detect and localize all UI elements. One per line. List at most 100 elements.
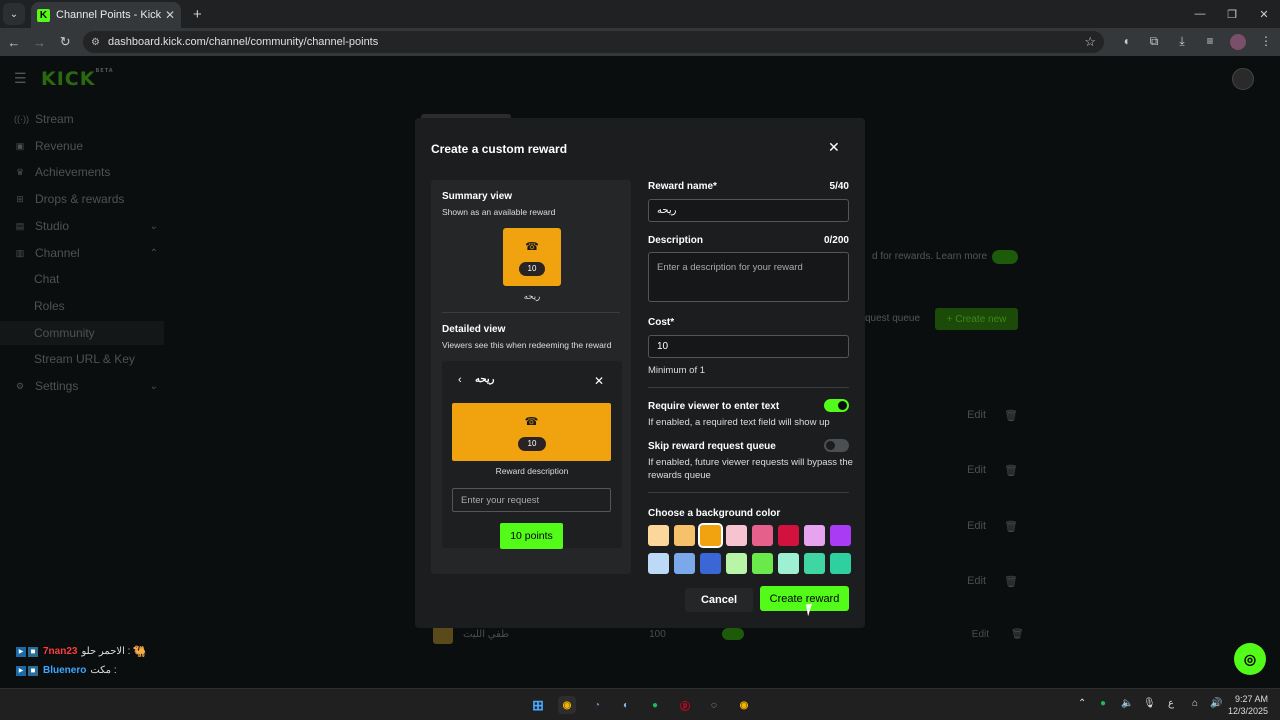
sidebar-item-community[interactable]: Community xyxy=(0,321,164,345)
reward-name-counter: 5/40 xyxy=(829,181,849,192)
restore-icon[interactable]: ❐ xyxy=(1216,0,1248,28)
chat-username[interactable]: Bluenero xyxy=(43,665,86,676)
trash-icon[interactable]: 🗑 xyxy=(1004,520,1018,533)
tray-app-icon[interactable]: ● xyxy=(1100,698,1106,709)
edit-button[interactable]: Edit xyxy=(967,520,986,533)
hamburger-icon[interactable]: ☰ xyxy=(14,70,27,87)
sidebar-item-chat[interactable]: Chat xyxy=(34,267,184,291)
chrome-alt-icon[interactable]: ◉ xyxy=(735,696,753,714)
color-swatch[interactable] xyxy=(700,553,721,574)
spotify-icon[interactable]: ● xyxy=(646,696,664,714)
close-tab-icon[interactable]: ✕ xyxy=(165,8,175,22)
color-swatch[interactable] xyxy=(648,553,669,574)
discord-icon[interactable]: ◔ xyxy=(588,696,606,714)
close-window-icon[interactable]: ✕ xyxy=(1248,0,1280,28)
chrome-icon[interactable]: ◉ xyxy=(558,696,576,714)
sidebar-item-achievements[interactable]: ♛ Achievements xyxy=(14,160,164,184)
site-info-icon[interactable]: ⚙ xyxy=(91,37,100,48)
color-swatch[interactable] xyxy=(648,525,669,546)
create-reward-button[interactable]: Create reward xyxy=(760,586,849,611)
color-swatch[interactable] xyxy=(830,553,851,574)
volume-icon[interactable]: 🔊 xyxy=(1210,698,1222,709)
color-swatch[interactable] xyxy=(674,525,695,546)
color-swatch[interactable] xyxy=(804,553,825,574)
url-field[interactable]: ⚙ dashboard.kick.com/channel/community/c… xyxy=(83,31,1104,53)
trash-icon[interactable]: 🗑 xyxy=(1011,629,1024,640)
reward-row-actions: Edit 🗑 xyxy=(866,464,1018,477)
windows-start-icon[interactable]: ⊞ xyxy=(529,696,547,714)
require-text-toggle[interactable] xyxy=(824,399,849,412)
forward-icon[interactable]: → xyxy=(28,35,52,50)
profile-avatar[interactable] xyxy=(1230,34,1246,50)
network-icon[interactable]: ⌂ xyxy=(1192,698,1198,709)
color-swatch[interactable] xyxy=(726,553,747,574)
browser-tab[interactable]: K Channel Points - Kick Dashboard ✕ xyxy=(31,2,181,28)
pinterest-icon[interactable]: ⓟ xyxy=(676,696,694,714)
sidebar-item-channel[interactable]: ▥ Channel ⌃ xyxy=(14,241,164,265)
new-tab-button[interactable]: + xyxy=(193,6,202,23)
sidebar-item-stream[interactable]: ((·)) Stream xyxy=(14,107,164,131)
points-button[interactable]: 10 points xyxy=(500,523,563,549)
edit-button[interactable]: Edit xyxy=(967,464,986,477)
divider xyxy=(442,312,620,313)
language-indicator[interactable]: ع xyxy=(1168,698,1174,709)
sidebar-item-revenue[interactable]: ▣ Revenue xyxy=(14,134,164,158)
trash-icon[interactable]: 🗑 xyxy=(1004,464,1018,477)
user-avatar[interactable] xyxy=(1232,68,1254,90)
taskbar: ⊞ ◉ ◔ ◐ ● ⓟ ◌ ◉ ⌃ ● 🔈 🎙 ع ⌂ 🔊 9:27 AM 12… xyxy=(0,688,1280,720)
color-swatch[interactable] xyxy=(778,553,799,574)
sidebar-item-stream-url[interactable]: Stream URL & Key xyxy=(34,347,184,371)
color-swatch[interactable] xyxy=(674,553,695,574)
tab-list-button[interactable]: ⌄ xyxy=(3,3,25,25)
kick-logo[interactable]: KICKBETA xyxy=(41,68,114,90)
enable-rewards-toggle[interactable] xyxy=(992,250,1018,264)
tray-chevron-icon[interactable]: ⌃ xyxy=(1078,698,1086,709)
trash-icon[interactable]: 🗑 xyxy=(1004,409,1018,422)
color-swatch[interactable] xyxy=(698,523,723,548)
reload-icon[interactable]: ↻ xyxy=(53,34,77,50)
app-icon[interactable]: ◌ xyxy=(705,696,723,714)
skip-queue-toggle[interactable] xyxy=(824,439,849,452)
color-swatch[interactable] xyxy=(752,553,773,574)
edit-button[interactable]: Edit xyxy=(967,409,986,422)
edit-button[interactable]: Edit xyxy=(967,575,986,588)
bookmark-star-icon[interactable]: ☆ xyxy=(1084,34,1096,50)
download-icon[interactable]: ⤓ xyxy=(1168,34,1196,50)
cost-input[interactable]: 10 xyxy=(648,335,849,358)
sidebar-item-studio[interactable]: ▤ Studio ⌄ xyxy=(14,214,164,238)
help-chat-button[interactable]: ◎ xyxy=(1234,643,1266,675)
chat-username[interactable]: 7nan23 xyxy=(43,646,77,657)
sidebar-item-settings[interactable]: ⚙ Settings ⌄ xyxy=(14,374,164,398)
clock[interactable]: 9:27 AM 12/3/2025 xyxy=(1228,693,1268,717)
speaker-tray-icon[interactable]: 🔈 xyxy=(1121,698,1133,709)
color-swatch[interactable] xyxy=(830,525,851,546)
trash-icon[interactable]: 🗑 xyxy=(1004,575,1018,588)
back-chevron-icon[interactable]: ‹ xyxy=(458,374,462,386)
menu-icon[interactable]: ⋮ xyxy=(1252,34,1280,50)
request-queue-link[interactable]: quest queue xyxy=(865,313,920,324)
edit-button[interactable]: Edit xyxy=(972,629,989,640)
color-swatch[interactable] xyxy=(778,525,799,546)
mic-icon[interactable]: 🎙 xyxy=(1143,698,1156,709)
cancel-button[interactable]: Cancel xyxy=(685,588,753,612)
color-swatch[interactable] xyxy=(752,525,773,546)
request-input[interactable]: Enter your request xyxy=(452,488,611,512)
extensions-icon[interactable]: ⧉ xyxy=(1140,34,1168,50)
reward-toggle[interactable] xyxy=(721,628,744,640)
sidebar-item-roles[interactable]: Roles xyxy=(34,294,184,318)
drops-icon: ⊞ xyxy=(16,193,24,204)
close-icon[interactable]: ✕ xyxy=(828,139,840,156)
sidebar-item-drops[interactable]: ⊞ Drops & rewards xyxy=(14,187,164,211)
reward-name-input[interactable]: ريحه xyxy=(648,199,849,222)
read-aloud-icon[interactable]: ◖ xyxy=(1112,34,1140,50)
description-input[interactable]: Enter a description for your reward xyxy=(648,252,849,302)
media-icon[interactable]: ≡ xyxy=(1196,34,1224,50)
color-swatch[interactable] xyxy=(804,525,825,546)
steam-icon[interactable]: ◐ xyxy=(617,696,635,714)
create-new-button[interactable]: + Create new xyxy=(935,308,1018,330)
minimize-icon[interactable]: — xyxy=(1184,0,1216,28)
color-swatch[interactable] xyxy=(726,525,747,546)
back-icon[interactable]: ← xyxy=(2,35,26,50)
close-icon[interactable]: ✕ xyxy=(594,374,604,388)
divider xyxy=(648,492,849,493)
